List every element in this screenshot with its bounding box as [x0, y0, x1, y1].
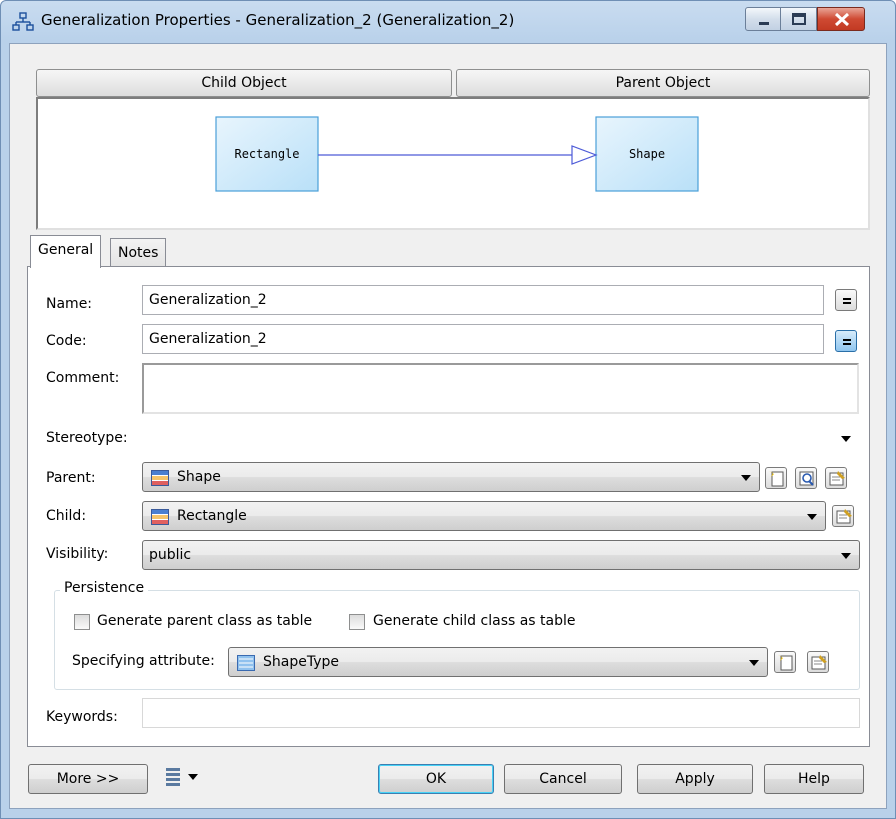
new-object-icon: [769, 471, 784, 487]
equals-icon: [843, 298, 851, 304]
new-object-icon: [778, 655, 793, 671]
child-class-name: Rectangle: [234, 147, 300, 161]
parent-value: Shape: [177, 469, 221, 485]
persistence-title: Persistence: [60, 580, 149, 596]
attribute-create-button[interactable]: [774, 651, 796, 673]
generate-parent-label: Generate parent class as table: [97, 613, 313, 629]
keywords-field[interactable]: [142, 698, 860, 728]
name-to-code-button[interactable]: [835, 289, 857, 311]
parent-label: Parent:: [46, 470, 96, 486]
child-combo[interactable]: Rectangle: [142, 501, 826, 531]
window-title: Generalization Properties - Generalizati…: [41, 11, 515, 29]
attribute-properties-button[interactable]: [807, 651, 829, 673]
child-value: Rectangle: [177, 508, 247, 524]
parent-class-name: Shape: [628, 147, 666, 161]
cancel-button[interactable]: Cancel: [504, 764, 622, 794]
parent-combo[interactable]: Shape: [142, 462, 760, 492]
tab-general[interactable]: General: [30, 235, 102, 268]
properties-icon: [811, 655, 827, 670]
keywords-label: Keywords:: [46, 709, 118, 725]
class-icon: [151, 470, 169, 486]
code-field[interactable]: Generalization_2: [142, 324, 824, 354]
chevron-down-icon: [749, 660, 759, 666]
child-label: Child:: [46, 508, 87, 524]
child-object-button[interactable]: Child Object: [36, 69, 452, 97]
title-bar[interactable]: Generalization Properties - Generalizati…: [1, 1, 895, 43]
comment-label: Comment:: [46, 370, 120, 386]
class-icon: [151, 509, 169, 525]
generate-child-checkbox[interactable]: [349, 614, 365, 630]
ok-button[interactable]: OK: [378, 764, 494, 794]
maximize-button[interactable]: [781, 7, 817, 31]
specifying-attribute-value: ShapeType: [263, 654, 339, 670]
chevron-down-icon: [807, 514, 817, 520]
parent-create-button[interactable]: [765, 467, 787, 489]
inheritance-arrowhead: [571, 145, 598, 165]
apply-button[interactable]: Apply: [637, 764, 753, 794]
tab-notes[interactable]: Notes: [110, 238, 167, 268]
child-properties-button[interactable]: [832, 505, 854, 527]
code-label: Code:: [46, 333, 87, 349]
properties-icon: [836, 509, 852, 524]
parent-select-button[interactable]: [795, 467, 817, 489]
visibility-label: Visibility:: [46, 546, 109, 562]
name-label: Name:: [46, 296, 93, 312]
comment-textarea[interactable]: [142, 363, 859, 414]
stereotype-label: Stereotype:: [46, 430, 128, 446]
code-sync-button[interactable]: [835, 330, 857, 352]
help-button[interactable]: Help: [764, 764, 864, 794]
equals-icon: [843, 339, 851, 345]
generalization-icon: [12, 12, 34, 31]
generate-parent-checkbox[interactable]: [74, 614, 90, 630]
stereotype-combo[interactable]: [142, 424, 860, 452]
attribute-icon: [237, 655, 255, 671]
list-menu-icon: [166, 768, 198, 786]
visibility-value: public: [149, 547, 192, 563]
properties-icon: [829, 471, 845, 486]
maximize-icon: [792, 13, 806, 25]
visibility-combo[interactable]: public: [142, 540, 860, 570]
select-object-icon: [799, 471, 814, 486]
close-button[interactable]: [817, 7, 865, 31]
chevron-down-icon: [841, 553, 851, 559]
generate-child-label: Generate child class as table: [373, 613, 576, 629]
diagram-preview: Rectangle Shape: [36, 97, 870, 230]
minimize-button[interactable]: [745, 7, 781, 31]
chevron-down-icon: [841, 436, 851, 442]
more-button[interactable]: More >>: [28, 764, 148, 794]
chevron-down-icon: [741, 475, 751, 481]
name-field[interactable]: Generalization_2: [142, 285, 824, 315]
close-icon: [834, 12, 850, 27]
specifying-attribute-combo[interactable]: ShapeType: [228, 647, 768, 677]
parent-properties-button[interactable]: [825, 467, 847, 489]
specifying-attribute-label: Specifying attribute:: [72, 653, 215, 669]
menu-dropdown-button[interactable]: [160, 764, 208, 794]
generalization-diagram: [215, 116, 699, 192]
parent-object-button[interactable]: Parent Object: [456, 69, 870, 97]
minimize-icon: [759, 22, 769, 25]
